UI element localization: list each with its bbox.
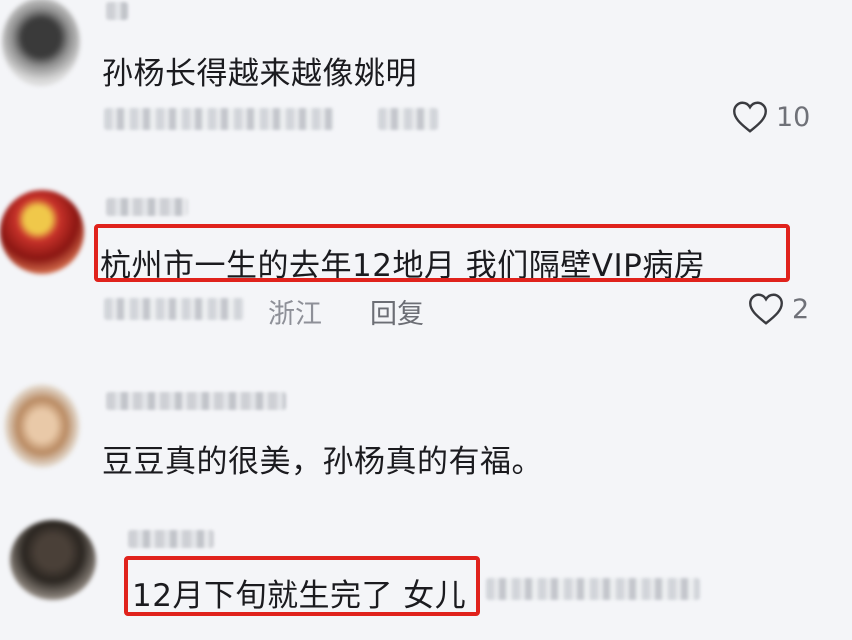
comment-meta-blurred — [486, 578, 700, 600]
comment-4: 12月下旬就生完了 女儿 — [0, 0, 852, 640]
username-blurred[interactable] — [128, 530, 214, 548]
highlight-box — [124, 556, 480, 616]
avatar[interactable] — [10, 520, 96, 600]
